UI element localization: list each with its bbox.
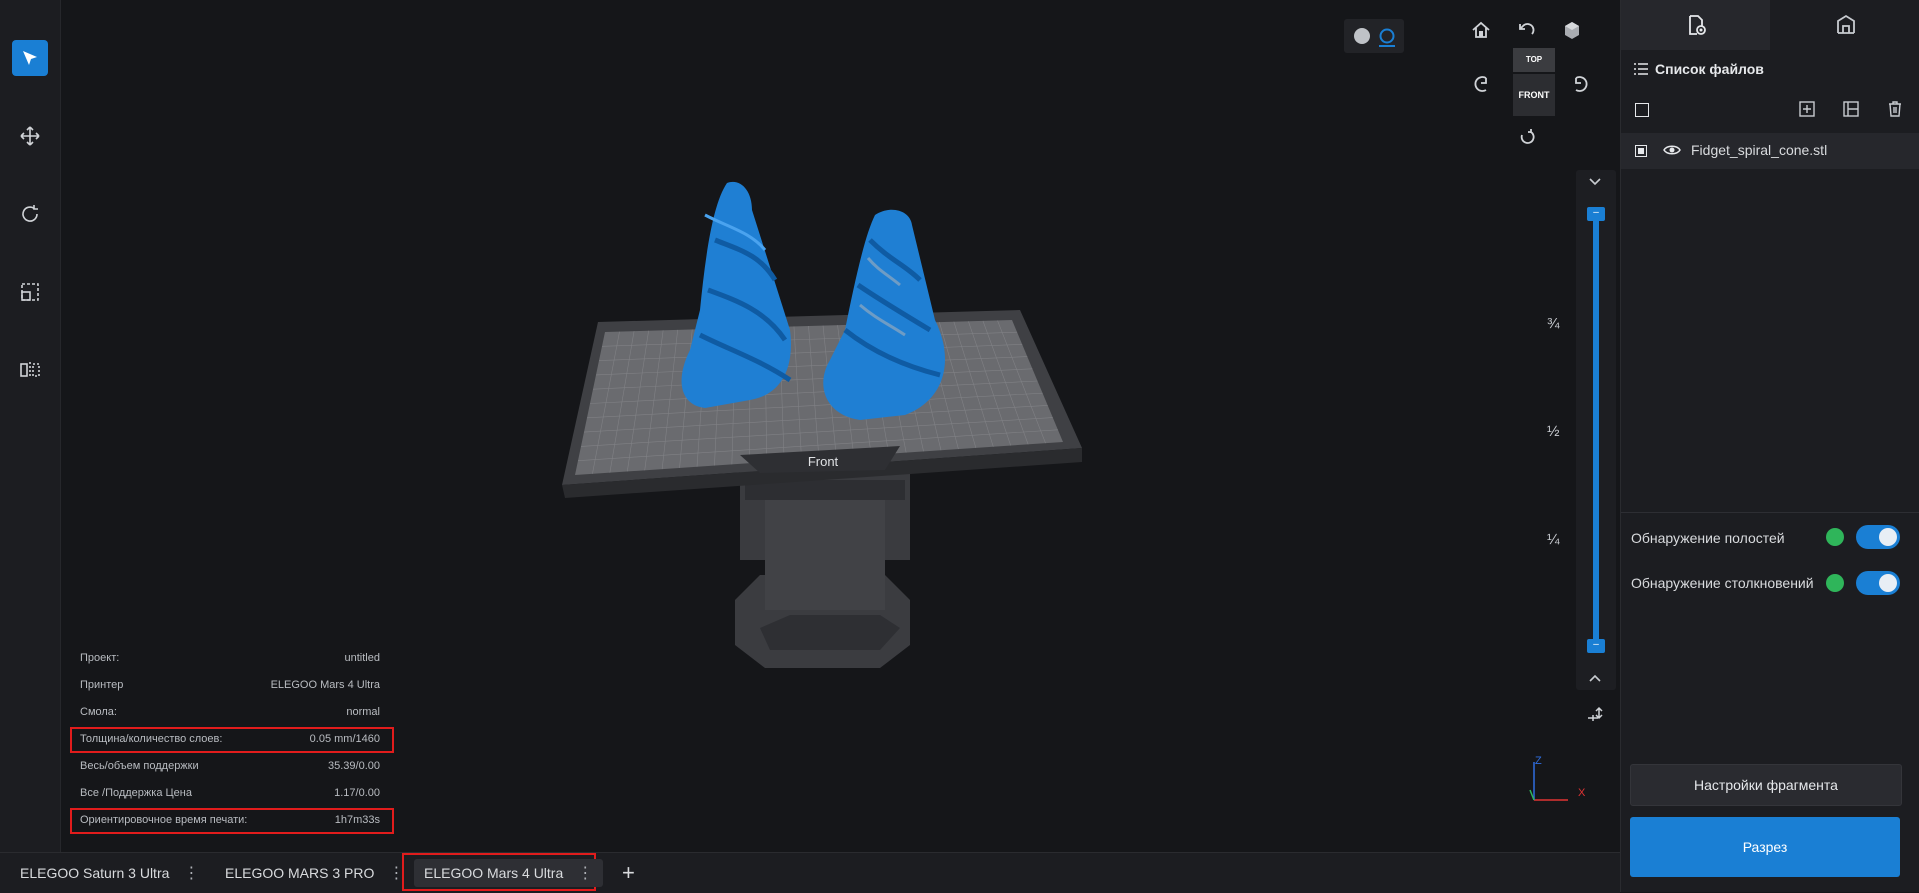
printer-tab-label: ELEGOO MARS 3 PRO [225, 865, 375, 881]
info-label: Толщина/количество слоев: [80, 733, 223, 745]
slider-mark-half: ½ [1547, 423, 1560, 440]
slider-bottom-handle[interactable]: – [1587, 639, 1605, 653]
support-structure-icon [1836, 14, 1855, 34]
rotate-icon [22, 205, 38, 222]
undo-view-icon[interactable] [1517, 20, 1537, 40]
tab-menu-icon[interactable]: ⋮ [183, 863, 199, 883]
info-label: Смола: [80, 706, 117, 718]
collision-detection-toggle[interactable] [1856, 571, 1900, 595]
info-label: Все /Поддержка Цена [80, 787, 192, 799]
select-cursor-icon [23, 51, 37, 65]
right-panel: Список файлов Fidget_spiral_cone.stl Обн… [1620, 0, 1919, 892]
select-tool-button[interactable] [12, 40, 48, 76]
rotate-down-view-icon[interactable] [1517, 127, 1537, 147]
move-tool-button[interactable] [12, 118, 48, 154]
list-icon [1634, 63, 1648, 75]
view-cube-top[interactable]: TOP [1513, 48, 1555, 72]
info-row: Все /Поддержка Цена 1.17/0.00 [72, 783, 392, 805]
axis-x-label: X [1578, 787, 1586, 799]
plate-front-label: Front [808, 454, 839, 469]
status-ok-icon [1826, 574, 1844, 592]
slider-track[interactable] [1593, 214, 1599, 646]
view-cube[interactable]: TOP FRONT [1513, 48, 1555, 116]
file-list-item[interactable]: Fidget_spiral_cone.stl [1621, 133, 1919, 169]
info-row: Ориентировочное время печати: 1h7m33s [70, 808, 394, 834]
printer-tab-label: ELEGOO Saturn 3 Ultra [20, 865, 170, 881]
info-value: 0.05 mm/1460 [309, 733, 380, 745]
info-value: normal [346, 706, 380, 718]
slice-button[interactable]: Разрез [1630, 817, 1900, 877]
build-plate [562, 310, 1082, 498]
visibility-eye-icon[interactable] [1663, 143, 1681, 157]
file-name: Fidget_spiral_cone.stl [1691, 142, 1828, 158]
info-label: Ориентировочное время печати: [80, 814, 248, 826]
slider-up-chevron-icon[interactable] [1585, 176, 1605, 188]
model-spiral-cone-1[interactable] [681, 181, 792, 408]
scale-tool-button[interactable] [12, 274, 48, 310]
scene-svg: Front X Z [562, 181, 1586, 801]
slider-mark-three-quarters: ¾ [1547, 315, 1560, 332]
printer-tabs-bar: ELEGOO Saturn 3 Ultra ⋮ ELEGOO MARS 3 PR… [0, 852, 1620, 893]
printer-tab-label: ELEGOO Mars 4 Ultra [424, 865, 564, 881]
cavity-detection-toggle[interactable] [1856, 525, 1900, 549]
info-row: Проект: untitled [72, 648, 392, 670]
info-row: Весь/объем поддержки 35.39/0.00 [72, 756, 392, 778]
file-settings-icon [1688, 15, 1706, 35]
printer-tab-mars-3-pro[interactable]: ELEGOO MARS 3 PRO ⋮ [225, 859, 404, 887]
slider-mark-quarter: ¼ [1547, 531, 1560, 548]
info-row: Принтер ELEGOO Mars 4 Ultra [72, 675, 392, 697]
axis-z-label: Z [1535, 755, 1542, 767]
collision-detection-label: Обнаружение столкновений [1631, 575, 1814, 591]
tab-file-settings[interactable] [1621, 0, 1770, 50]
render-mode-toggle [1344, 19, 1404, 53]
rotate-left-view-icon[interactable] [1471, 74, 1491, 94]
info-label: Принтер [80, 679, 124, 691]
printer-tab-saturn-3-ultra[interactable]: ELEGOO Saturn 3 Ultra ⋮ [20, 859, 199, 887]
cavity-detection-label: Обнаружение полостей [1631, 530, 1785, 546]
rotate-right-view-icon[interactable] [1571, 74, 1591, 94]
file-list-title: Список файлов [1655, 61, 1764, 77]
tab-support[interactable] [1771, 0, 1919, 50]
xray-render-icon[interactable] [1378, 27, 1396, 47]
file-checkbox[interactable] [1635, 145, 1647, 157]
info-label: Весь/объем поддержки [80, 760, 199, 772]
select-all-checkbox[interactable] [1635, 103, 1649, 117]
info-value: ELEGOO Mars 4 Ultra [270, 679, 380, 691]
3d-viewport[interactable]: Front X Z TOP FRONT – – ¾ ½ ¼ [61, 0, 1620, 852]
add-printer-tab-button[interactable]: + [622, 859, 635, 887]
tab-menu-icon[interactable]: ⋮ [577, 863, 593, 883]
delete-icon[interactable] [1887, 100, 1903, 117]
status-ok-icon [1826, 528, 1844, 546]
slider-down-chevron-icon[interactable] [1585, 672, 1605, 684]
slider-top-handle[interactable]: – [1587, 207, 1605, 221]
home-view-icon[interactable] [1471, 20, 1491, 40]
info-value: 35.39/0.00 [328, 760, 380, 772]
mirror-icon [20, 362, 40, 378]
info-value: 1h7m33s [334, 814, 380, 826]
move-arrows-icon [20, 126, 40, 146]
panel-divider [1621, 512, 1919, 513]
layer-height-icon[interactable] [1585, 704, 1605, 724]
fragment-settings-button[interactable]: Настройки фрагмента [1630, 764, 1902, 806]
printer-base [735, 470, 910, 668]
solid-render-icon[interactable] [1354, 28, 1370, 44]
view-cube-front[interactable]: FRONT [1513, 74, 1555, 116]
arrange-icon[interactable] [1843, 101, 1859, 117]
add-file-icon[interactable] [1799, 101, 1815, 117]
model-spiral-cone-2[interactable] [823, 209, 945, 420]
rotate-tool-button[interactable] [12, 196, 48, 232]
mirror-tool-button[interactable] [12, 352, 48, 388]
info-row: Смола: normal [72, 702, 392, 724]
info-value: 1.17/0.00 [334, 787, 380, 799]
printer-tab-mars-4-ultra[interactable]: ELEGOO Mars 4 Ultra ⋮ [414, 859, 604, 887]
perspective-cube-icon[interactable] [1561, 19, 1583, 41]
info-row: Толщина/количество слоев: 0.05 mm/1460 [70, 727, 394, 753]
info-label: Проект: [80, 652, 120, 664]
info-value: untitled [344, 652, 380, 664]
axis-gizmo [1529, 762, 1568, 801]
left-toolbar [0, 0, 61, 852]
scale-icon [21, 283, 39, 301]
tab-menu-icon[interactable]: ⋮ [388, 863, 404, 883]
